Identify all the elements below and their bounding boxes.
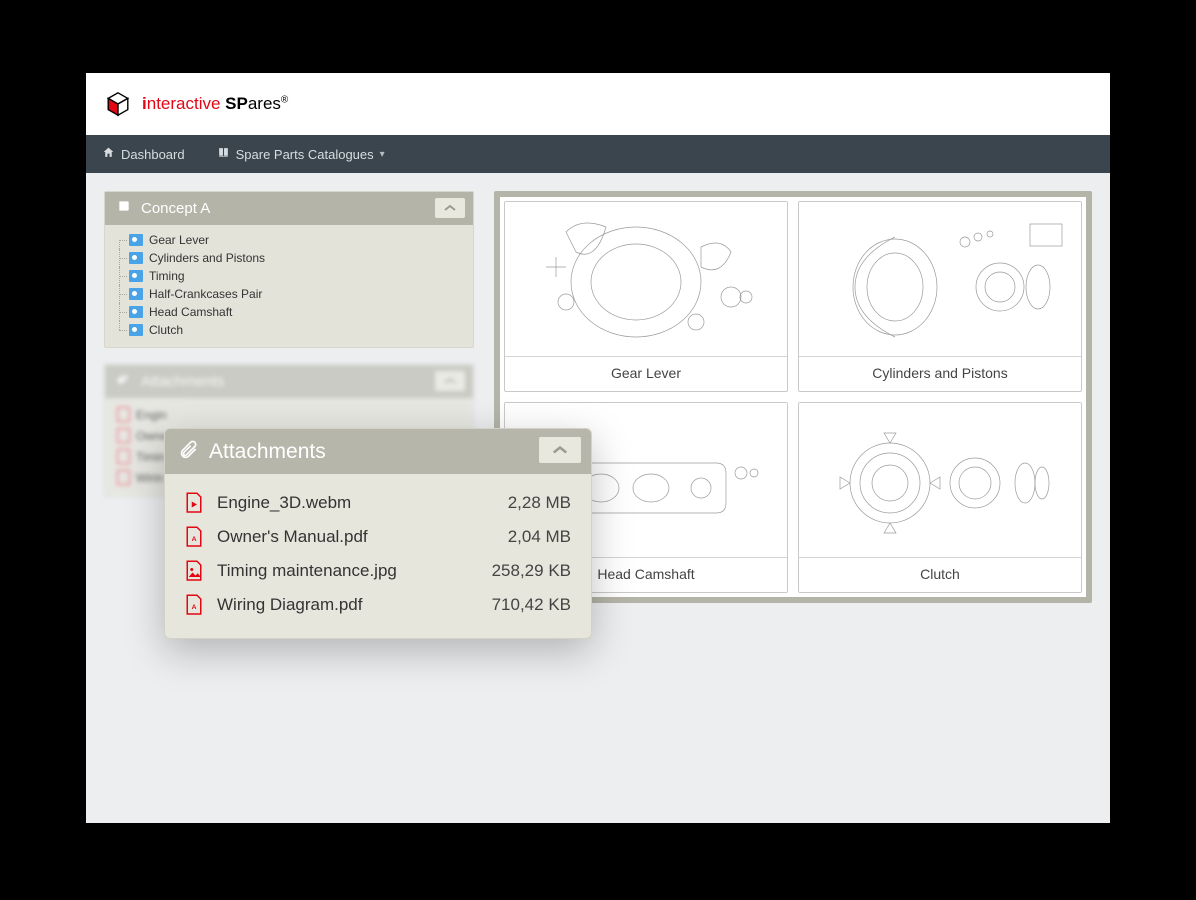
brand-logo[interactable]: interactive SPares® <box>104 90 288 118</box>
tree-item[interactable]: Timing <box>111 267 467 285</box>
image-icon <box>129 234 143 246</box>
tree-item[interactable]: Half-Crankcases Pair <box>111 285 467 303</box>
attachment-name: Owner's Manual.pdf <box>217 527 368 547</box>
tree-item[interactable]: Cylinders and Pistons <box>111 249 467 267</box>
nav-dashboard[interactable]: Dashboard <box>86 135 201 173</box>
collapse-button <box>435 371 465 391</box>
tree-item[interactable]: Gear Lever <box>111 231 467 249</box>
card-caption: Cylinders and Pistons <box>799 356 1081 391</box>
home-icon <box>102 146 115 162</box>
image-icon <box>129 252 143 264</box>
card-thumbnail <box>799 403 1081 557</box>
card-thumbnail <box>505 202 787 356</box>
attachment-row[interactable]: Engine_3D.webm 2,28 MB <box>185 486 571 520</box>
attachments-list: Engine_3D.webm 2,28 MB A Owner's Manual.… <box>165 474 591 638</box>
attachments-popover-title: Attachments <box>209 440 326 464</box>
attachment-size: 710,42 KB <box>492 595 571 615</box>
attachment-size: 258,29 KB <box>492 561 571 581</box>
card-thumbnail <box>799 202 1081 356</box>
attachments-popover: Attachments Engine_3D.webm 2,28 MB A Own… <box>164 428 592 639</box>
image-icon <box>129 324 143 336</box>
logo-icon <box>104 90 132 118</box>
book-icon <box>217 146 230 162</box>
pdf-file-icon: A <box>185 526 203 548</box>
concept-tree: Gear Lever Cylinders and Pistons Timing … <box>111 231 467 339</box>
image-file-icon <box>185 560 203 582</box>
attachments-popover-header[interactable]: Attachments <box>165 429 591 474</box>
concept-panel: Concept A Gear Lever Cylinders and Pisto… <box>104 191 474 348</box>
collapse-button[interactable] <box>539 437 581 463</box>
attachment-size: 2,04 MB <box>508 527 571 547</box>
image-icon <box>129 288 143 300</box>
nav-catalogues-label: Spare Parts Catalogues <box>236 147 374 162</box>
svg-text:A: A <box>192 604 197 611</box>
pdf-file-icon: A <box>185 594 203 616</box>
attachment-name: Timing maintenance.jpg <box>217 561 397 581</box>
attachment-name: Wiring Diagram.pdf <box>217 595 363 615</box>
collapse-button[interactable] <box>435 198 465 218</box>
nav-dashboard-label: Dashboard <box>121 147 185 162</box>
chevron-down-icon: ▾ <box>380 149 385 160</box>
catalogue-card[interactable]: Gear Lever <box>504 201 788 392</box>
attachment-size: 2,28 MB <box>508 493 571 513</box>
catalogue-card[interactable]: Clutch <box>798 402 1082 593</box>
attachment-row[interactable]: Timing maintenance.jpg 258,29 KB <box>185 554 571 588</box>
brand-wordmark: interactive SPares® <box>142 94 288 114</box>
concept-panel-title: Concept A <box>141 200 210 217</box>
card-caption: Gear Lever <box>505 356 787 391</box>
tree-item[interactable]: Head Camshaft <box>111 303 467 321</box>
card-caption: Clutch <box>799 557 1081 592</box>
paperclip-icon <box>179 439 199 464</box>
main-nav: Dashboard Spare Parts Catalogues ▾ <box>86 135 1110 173</box>
topbar: interactive SPares® <box>86 73 1110 135</box>
book-icon <box>117 199 131 218</box>
nav-catalogues[interactable]: Spare Parts Catalogues ▾ <box>201 135 401 173</box>
svg-text:A: A <box>192 536 197 543</box>
attachment-row[interactable]: A Owner's Manual.pdf 2,04 MB <box>185 520 571 554</box>
attachment-name: Engine_3D.webm <box>217 493 351 513</box>
image-icon <box>129 270 143 282</box>
paperclip-icon <box>117 372 131 391</box>
image-icon <box>129 306 143 318</box>
attachment-row[interactable]: A Wiring Diagram.pdf 710,42 KB <box>185 588 571 622</box>
video-file-icon <box>185 492 203 514</box>
tree-item[interactable]: Clutch <box>111 321 467 339</box>
catalogue-card[interactable]: Cylinders and Pistons <box>798 201 1082 392</box>
concept-panel-header[interactable]: Concept A <box>105 192 473 225</box>
